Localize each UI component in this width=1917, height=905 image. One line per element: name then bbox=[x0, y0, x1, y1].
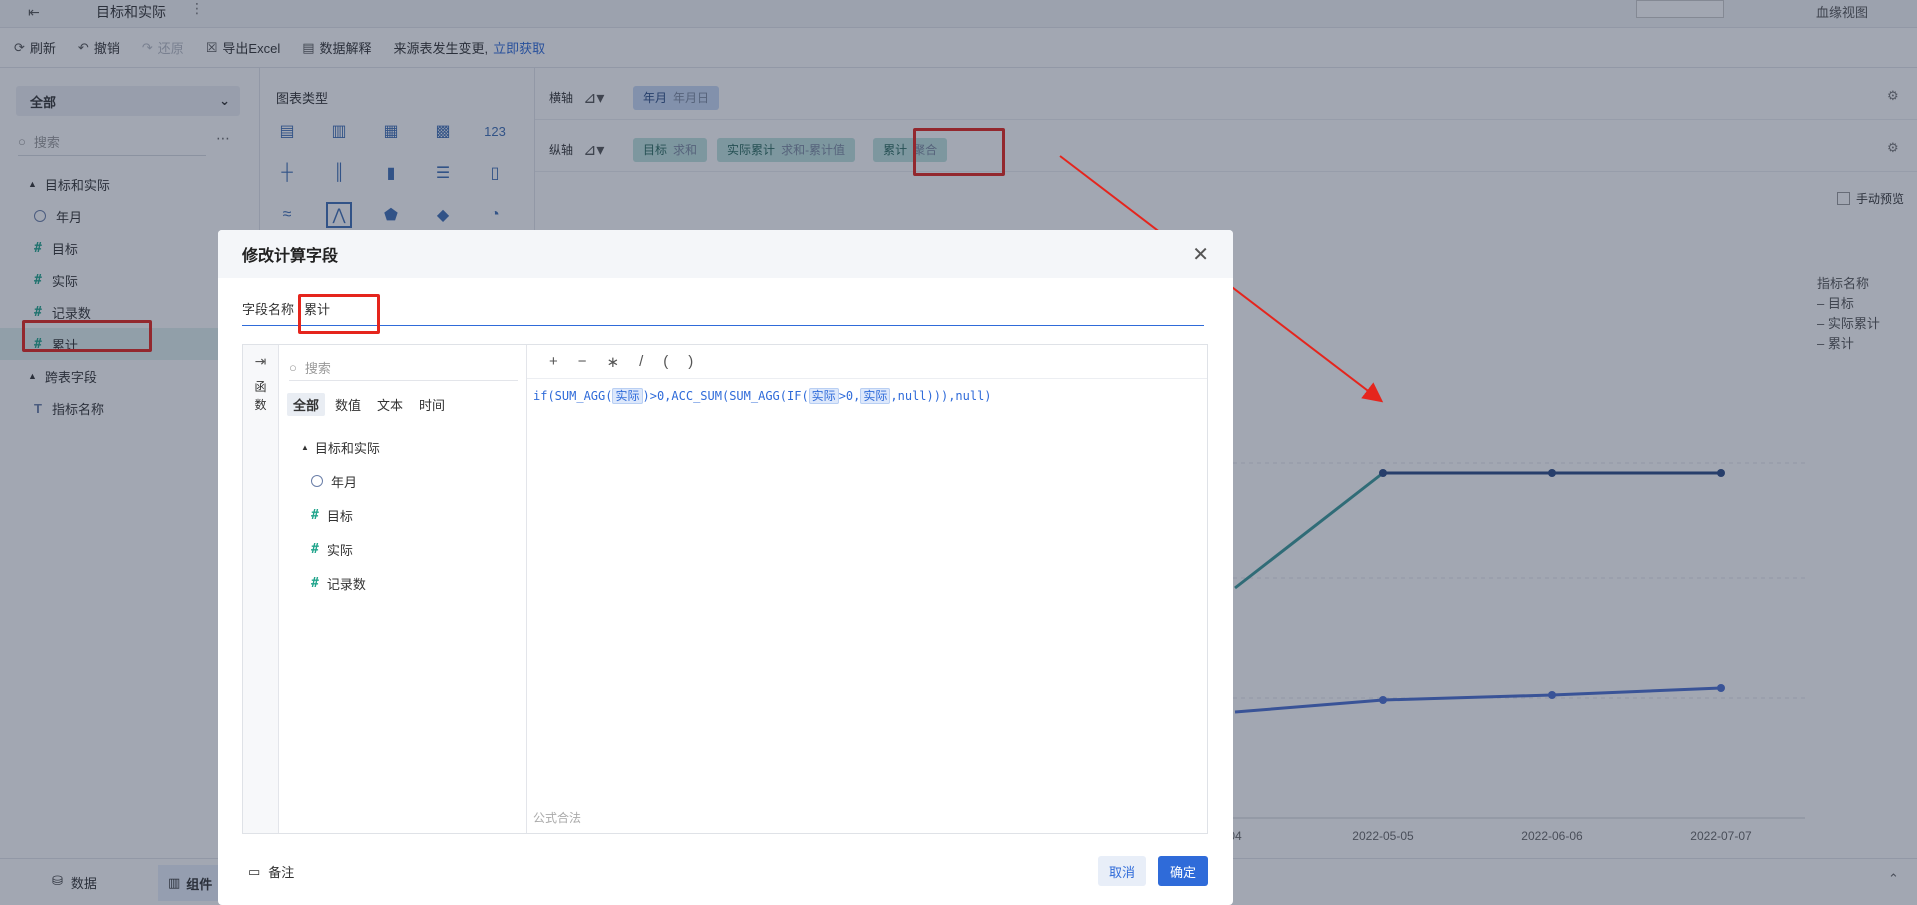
field-list-panel: ○ 搜索 全部 数值 文本 时间 ▲ 目标和实际 年月 # 目标 # 实际 # 记录数 bbox=[279, 345, 527, 833]
formula-status: 公式合法 bbox=[533, 811, 582, 825]
field-item[interactable]: # 实际 bbox=[301, 532, 526, 566]
close-paren-operator[interactable]: ) bbox=[688, 353, 693, 370]
field-item[interactable]: 年月 bbox=[301, 464, 526, 498]
ok-button[interactable]: 确定 bbox=[1158, 856, 1208, 886]
field-search-input[interactable]: ○ 搜索 bbox=[289, 355, 518, 381]
tab-number[interactable]: 数值 bbox=[329, 393, 367, 416]
formula-field-token: 实际 bbox=[808, 388, 839, 404]
tab-all[interactable]: 全部 bbox=[287, 393, 326, 416]
dialog-header: 修改计算字段 ✕ bbox=[218, 230, 1233, 278]
formula-part: if(SUM_AGG( bbox=[533, 389, 613, 403]
highlight-box bbox=[298, 294, 380, 334]
cancel-button[interactable]: 取消 bbox=[1098, 856, 1146, 886]
function-tab-label: 函数 bbox=[254, 380, 267, 412]
multiply-operator[interactable]: ∗ bbox=[607, 353, 620, 371]
field-label: 目标 bbox=[326, 508, 353, 524]
dialog-title: 修改计算字段 bbox=[242, 248, 339, 265]
tree-group-label: 目标和实际 bbox=[314, 440, 380, 456]
formula-field-token: 实际 bbox=[860, 388, 891, 404]
expand-icon: ⇥ bbox=[254, 353, 267, 369]
formula-editor: ⇥ 函数 ○ 搜索 全部 数值 文本 时间 ▲ 目标和实际 年月 # 目标 # 实际 #… bbox=[242, 344, 1208, 834]
open-paren-operator[interactable]: ( bbox=[663, 353, 668, 370]
function-tab[interactable]: ⇥ 函数 bbox=[243, 345, 279, 833]
formula-part: )>0,ACC_SUM(SUM_AGG(IF( bbox=[642, 389, 809, 403]
count-icon: # bbox=[311, 575, 319, 591]
formula-part: ,null))),null) bbox=[890, 389, 992, 403]
minus-operator[interactable]: − bbox=[578, 353, 587, 370]
search-placeholder: 搜索 bbox=[304, 361, 331, 376]
close-icon[interactable]: ✕ bbox=[1192, 242, 1209, 267]
operator-bar: + − ∗ / ( ) bbox=[527, 345, 1207, 379]
date-icon bbox=[311, 475, 323, 487]
formula-area[interactable]: + − ∗ / ( ) if(SUM_AGG(实际)>0,ACC_SUM(SUM… bbox=[527, 345, 1207, 833]
field-item[interactable]: # 记录数 bbox=[301, 566, 526, 600]
tab-time[interactable]: 时间 bbox=[413, 393, 451, 416]
type-filter-tabs: 全部 数值 文本 时间 bbox=[279, 393, 526, 416]
comment-icon: ▭ bbox=[248, 863, 261, 879]
field-label: 记录数 bbox=[326, 576, 366, 592]
search-icon: ○ bbox=[289, 360, 297, 375]
modal-field-tree: ▲ 目标和实际 年月 # 目标 # 实际 # 记录数 bbox=[279, 430, 526, 600]
edit-calc-field-dialog: 修改计算字段 ✕ 字段名称 累计 ⇥ 函数 ○ 搜索 全部 数值 文本 时间 ▲ 目… bbox=[218, 230, 1233, 905]
note-label: 备注 bbox=[268, 865, 295, 880]
number-icon: # bbox=[311, 507, 319, 523]
divide-operator[interactable]: / bbox=[639, 353, 643, 370]
tab-text[interactable]: 文本 bbox=[371, 393, 409, 416]
plus-operator[interactable]: + bbox=[549, 353, 558, 370]
field-label: 实际 bbox=[326, 542, 353, 558]
note-button[interactable]: ▭ 备注 bbox=[248, 862, 294, 881]
formula-part: >0, bbox=[838, 389, 861, 403]
field-item[interactable]: # 目标 bbox=[301, 498, 526, 532]
field-name-label: 字段名称 bbox=[242, 302, 295, 317]
number-icon: # bbox=[311, 541, 319, 557]
tree-group-target-actual[interactable]: ▲ 目标和实际 bbox=[301, 430, 526, 464]
field-label: 年月 bbox=[331, 474, 358, 490]
caret-down-icon: ▲ bbox=[301, 442, 309, 452]
field-name-row: 字段名称 累计 bbox=[242, 292, 1204, 326]
formula-field-token: 实际 bbox=[612, 388, 643, 404]
formula-text[interactable]: if(SUM_AGG(实际)>0,ACC_SUM(SUM_AGG(IF(实际 >0… bbox=[527, 379, 1207, 412]
